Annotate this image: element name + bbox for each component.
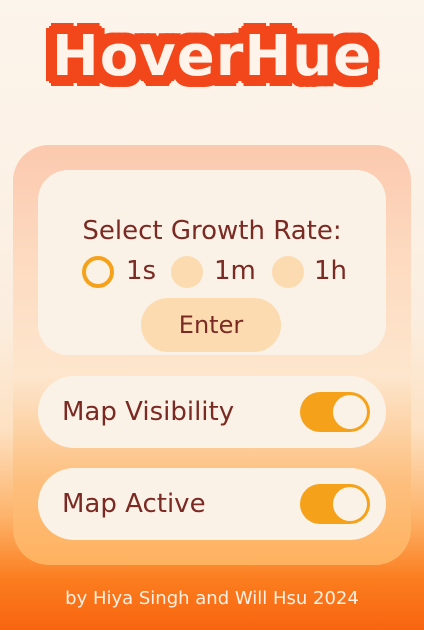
map-visibility-toggle[interactable] <box>300 392 370 432</box>
radio-label-1s: 1s <box>126 256 157 286</box>
radio-1m[interactable] <box>171 256 203 288</box>
app-logo: HoverHue <box>51 24 373 89</box>
growth-rate-card: Select Growth Rate: 1s 1m 1h Enter <box>38 170 386 355</box>
toggle-knob <box>333 395 367 429</box>
radio-label-1h: 1h <box>314 256 348 286</box>
growth-rate-options: 1s 1m 1h <box>38 254 386 290</box>
radio-1h[interactable] <box>272 256 304 288</box>
control-panel: Select Growth Rate: 1s 1m 1h Enter Map V… <box>13 145 411 565</box>
map-active-row: Map Active <box>38 468 386 540</box>
map-visibility-label: Map Visibility <box>62 397 235 427</box>
map-active-toggle[interactable] <box>300 484 370 524</box>
toggle-knob <box>333 487 367 521</box>
growth-rate-title: Select Growth Rate: <box>82 216 342 246</box>
radio-label-1m: 1m <box>214 256 256 286</box>
enter-button[interactable]: Enter <box>141 298 281 352</box>
radio-1s[interactable] <box>82 256 114 288</box>
footer-credits: by Hiya Singh and Will Hsu 2024 <box>65 588 359 609</box>
map-active-label: Map Active <box>62 489 206 519</box>
map-visibility-row: Map Visibility <box>38 376 386 448</box>
